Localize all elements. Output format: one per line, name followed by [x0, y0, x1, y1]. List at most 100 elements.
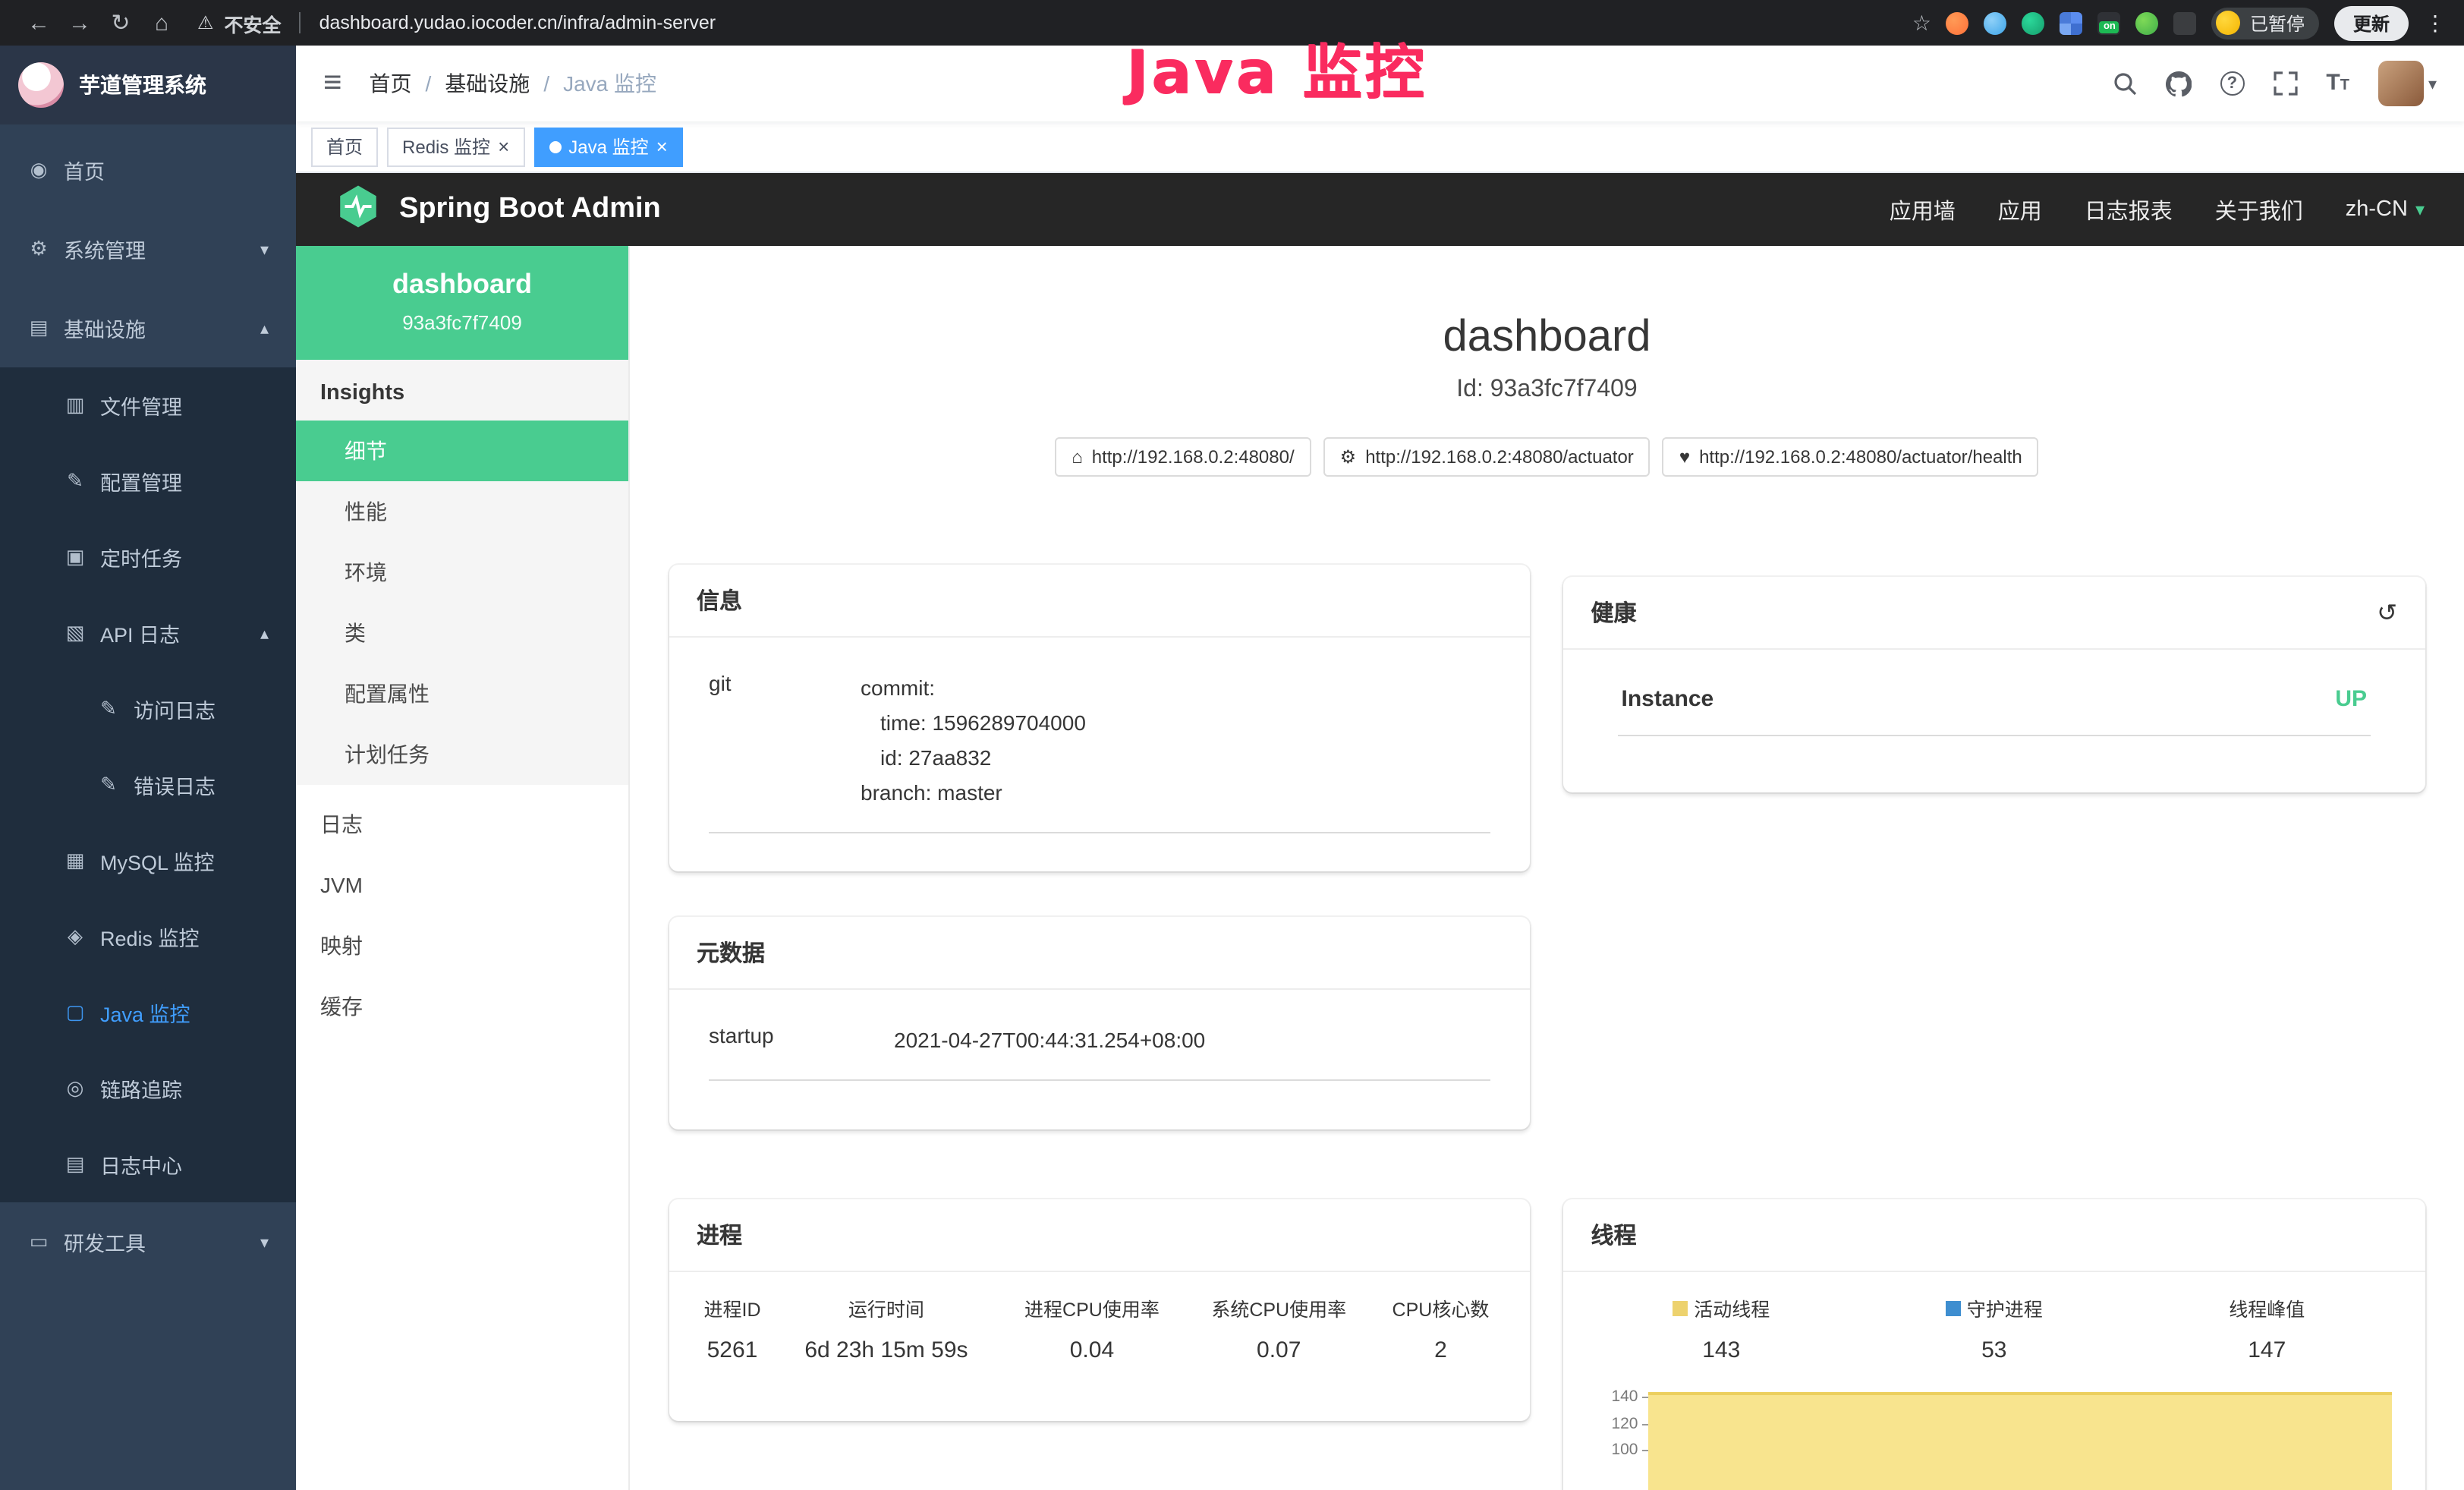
- sba-language-selector[interactable]: zh-CN ▾: [2346, 197, 2425, 222]
- process-table-header: CPU核心数: [1372, 1278, 1509, 1328]
- caret-down-icon: ▾: [2415, 199, 2425, 220]
- sidebar-item-scheduled-jobs[interactable]: ▣ 定时任务: [0, 519, 296, 595]
- tab-java-monitor[interactable]: Java 监控 ×: [533, 127, 683, 166]
- legend-daemon-threads: 守护进程 53: [1858, 1293, 2131, 1363]
- status-badge: UP: [2335, 686, 2367, 712]
- search-icon[interactable]: [2112, 71, 2136, 96]
- health-heart-icon: ♥: [1679, 446, 1690, 468]
- sba-nav-wallboard[interactable]: 应用墙: [1890, 194, 1956, 225]
- extension-leaf-icon[interactable]: [2136, 11, 2159, 34]
- sidebar-item-label: 链路追踪: [100, 1073, 182, 1104]
- sba-nav-about[interactable]: 关于我们: [2215, 194, 2303, 225]
- sidebar-item-error-logs[interactable]: ✎ 错误日志: [0, 747, 296, 823]
- instance-id: 93a3fc7f7409: [305, 311, 619, 334]
- sidebar-item-api-logs[interactable]: ▧ API 日志 ▴: [0, 595, 296, 671]
- chevron-down-icon: ▾: [260, 1232, 269, 1252]
- sidebar-item-label: 错误日志: [134, 770, 216, 800]
- bookmark-star-icon[interactable]: ☆: [1912, 10, 1931, 36]
- extension-dark-icon[interactable]: [2174, 11, 2197, 34]
- process-table-header: 进程CPU使用率: [999, 1278, 1185, 1328]
- sidebar-item-redis-monitor[interactable]: ◈ Redis 监控: [0, 899, 296, 975]
- sba-nav-journal[interactable]: 日志报表: [2085, 194, 2173, 225]
- sba-item-jvm[interactable]: JVM: [296, 855, 628, 915]
- sidebar-item-home[interactable]: ◉ 首页: [0, 131, 296, 209]
- extension-fox-icon[interactable]: [1946, 11, 1969, 34]
- font-size-icon[interactable]: TT: [2326, 70, 2349, 97]
- database-icon: ▦: [64, 849, 87, 873]
- instance-name: dashboard: [305, 269, 619, 301]
- github-icon[interactable]: [2165, 71, 2191, 96]
- sidebar-item-dev-tools[interactable]: ▭ 研发工具 ▾: [0, 1202, 296, 1281]
- sidebar-item-label: 访问日志: [134, 694, 216, 724]
- sidebar-item-access-logs[interactable]: ✎ 访问日志: [0, 671, 296, 747]
- sba-instance-header[interactable]: dashboard 93a3fc7f7409: [296, 246, 628, 360]
- sba-nav-applications[interactable]: 应用: [1998, 194, 2042, 225]
- metadata-row-startup: startup 2021-04-27T00:44:31.254+08:00: [709, 1014, 1491, 1081]
- legend-live-threads: 活动线程 143: [1585, 1293, 1858, 1363]
- tab-close-icon[interactable]: ×: [498, 137, 509, 156]
- sidebar-item-log-center[interactable]: ▤ 日志中心: [0, 1126, 296, 1202]
- sidebar-item-java-monitor[interactable]: ▢ Java 监控: [0, 975, 296, 1051]
- eye-icon: ◎: [64, 1076, 87, 1101]
- hamburger-icon[interactable]: ≡: [323, 65, 342, 102]
- breadcrumb-infrastructure[interactable]: 基础设施: [445, 68, 530, 99]
- user-avatar[interactable]: ▾: [2378, 61, 2437, 106]
- process-cpu: 0.04: [999, 1328, 1185, 1378]
- breadcrumb-home[interactable]: 首页: [370, 68, 412, 99]
- update-button[interactable]: 更新: [2335, 5, 2408, 40]
- card-title: 元数据: [697, 937, 765, 969]
- forward-icon[interactable]: →: [59, 10, 100, 36]
- sidebar-item-config-management[interactable]: ✎ 配置管理: [0, 443, 296, 519]
- back-icon[interactable]: ←: [18, 10, 59, 36]
- security-label: 不安全: [225, 8, 282, 37]
- sidebar-item-file-management[interactable]: ▥ 文件管理: [0, 367, 296, 443]
- sidebar-item-infrastructure[interactable]: ▤ 基础设施 ▴: [0, 288, 296, 367]
- link-instance-home[interactable]: ⌂ http://192.168.0.2:48080/: [1055, 437, 1311, 477]
- log-icon: ▤: [64, 1152, 87, 1177]
- browser-menu-icon[interactable]: ⋮: [2425, 10, 2446, 36]
- sidebar-item-system-management[interactable]: ⚙ 系统管理 ▾: [0, 209, 296, 288]
- link-actuator-health[interactable]: ♥ http://192.168.0.2:48080/actuator/heal…: [1663, 437, 2039, 477]
- sba-item-environment[interactable]: 环境: [296, 542, 628, 603]
- info-card: 信息 git commit: time: 1596289704000 id: 2…: [669, 565, 1531, 871]
- extension-grid-icon[interactable]: [2060, 11, 2083, 34]
- sba-item-caches[interactable]: 缓存: [296, 976, 628, 1037]
- sba-nav: 应用墙 应用 日志报表 关于我们 zh-CN ▾: [1890, 194, 2425, 225]
- sba-item-details[interactable]: 细节: [296, 421, 628, 481]
- sidebar-item-label: 配置管理: [100, 466, 182, 496]
- app-logo[interactable]: 芋道管理系统: [0, 46, 296, 124]
- log-icon: ✎: [97, 773, 120, 797]
- tab-home[interactable]: 首页: [311, 127, 378, 166]
- sba-item-config-props[interactable]: 配置属性: [296, 663, 628, 724]
- reload-icon[interactable]: ↻: [100, 9, 141, 36]
- active-tab-dot: [549, 140, 561, 153]
- sba-item-scheduled-tasks[interactable]: 计划任务: [296, 724, 628, 785]
- address-bar[interactable]: ⚠ 不安全 dashboard.yudao.iocoder.cn/infra/a…: [197, 8, 716, 37]
- sba-brand-title: Spring Boot Admin: [399, 193, 661, 226]
- profile-badge[interactable]: 已暂停: [2212, 7, 2320, 39]
- sba-item-classes[interactable]: 类: [296, 603, 628, 663]
- sidebar-item-label: 首页: [64, 155, 105, 185]
- extension-switch-icon[interactable]: on: [2098, 11, 2121, 34]
- tab-close-icon[interactable]: ×: [656, 137, 668, 156]
- extension-drop-icon[interactable]: [1984, 11, 2007, 34]
- sidebar-item-mysql-monitor[interactable]: ▦ MySQL 监控: [0, 823, 296, 899]
- sba-main-content: dashboard Id: 93a3fc7f7409 ⌂ http://192.…: [630, 246, 2464, 1490]
- sidebar-item-tracing[interactable]: ◎ 链路追踪: [0, 1051, 296, 1126]
- sba-section-insights: Insights: [296, 360, 628, 421]
- tab-redis-monitor[interactable]: Redis 监控 ×: [387, 127, 524, 166]
- help-icon[interactable]: ?: [2220, 71, 2244, 96]
- sba-item-mappings[interactable]: 映射: [296, 915, 628, 976]
- process-table-header: 运行时间: [774, 1278, 999, 1328]
- browser-home-icon[interactable]: ⌂: [141, 10, 182, 36]
- sba-item-logs[interactable]: 日志: [296, 794, 628, 855]
- chevron-down-icon: ▾: [260, 239, 269, 259]
- sba-item-metrics[interactable]: 性能: [296, 481, 628, 542]
- link-actuator[interactable]: ⚙ http://192.168.0.2:48080/actuator: [1323, 437, 1651, 477]
- sidebar-item-label: 日志中心: [100, 1149, 182, 1180]
- history-icon[interactable]: ↺: [2377, 597, 2397, 628]
- extension-green-icon[interactable]: [2022, 11, 2045, 34]
- fullscreen-icon[interactable]: [2273, 71, 2297, 96]
- info-row-git: git commit: time: 1596289704000 id: 27aa…: [709, 662, 1491, 833]
- health-card: 健康 ↺ Instance UP: [1564, 577, 2425, 792]
